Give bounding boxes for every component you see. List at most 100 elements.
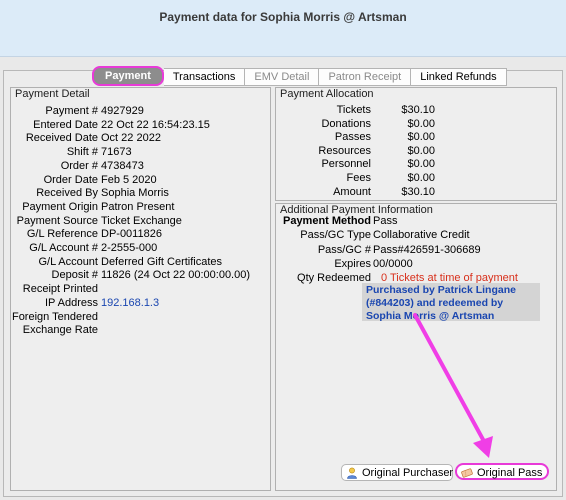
purchase-note: Purchased by Patrick Lingane (#844203) a… (362, 283, 540, 322)
fees-label: Fees (346, 172, 371, 184)
donations-value: $0.00 (407, 117, 435, 130)
pass-gc-type-label: Pass/GC Type (300, 229, 371, 242)
payment-method-label: Payment Method (282, 215, 371, 227)
original-pass-button[interactable]: Original Pass (455, 463, 549, 480)
passes-value: $0.00 (407, 131, 435, 144)
payment-source-label: Payment Source (16, 214, 98, 227)
tab-bar: Payment Transactions EMV Detail Patron R… (92, 66, 507, 86)
row-passes: Passes $0.00 (276, 130, 554, 144)
row-deposit: Deposit #11826 (24 Oct 22 00:00:00.00) (11, 268, 269, 282)
ip-address-label: IP Address (45, 296, 98, 309)
row-tickets: Tickets $30.10 (276, 103, 554, 117)
original-purchaser-label: Original Purchaser (362, 467, 454, 479)
amount-label: Amount (333, 185, 371, 198)
row-personnel: Personnel $0.00 (276, 157, 554, 171)
expires-value: 00/0000 (373, 257, 413, 270)
order-date-value: Feb 5 2020 (101, 173, 157, 186)
original-pass-label: Original Pass (477, 467, 543, 479)
tab-payment[interactable]: Payment (92, 66, 164, 86)
row-resources: Resources $0.00 (276, 144, 554, 158)
payment-detail-title: Payment Detail (15, 88, 90, 100)
order-value: 4738473 (101, 159, 144, 172)
g-l-account-label: G/L Account # (29, 242, 98, 254)
qty-redeemed-label: Qty Redeemed (297, 272, 371, 285)
tab-transactions[interactable]: Transactions (163, 68, 246, 86)
received-by-label: Received By (36, 187, 98, 200)
row-pass-gc-type: Pass/GC Type Collaborative Credit (275, 228, 555, 242)
row-payment: Payment #4927929 (11, 104, 269, 118)
received-date-label: Received Date (25, 132, 98, 145)
row-receipt-printed: Receipt Printed (11, 282, 269, 296)
window-titlebar: Payment data for Sophia Morris @ Artsman (0, 0, 566, 57)
row-ip-address: IP Address 192.168.1.3 (11, 296, 269, 310)
row-fees: Fees $0.00 (276, 171, 554, 185)
row-donations: Donations $0.00 (276, 117, 554, 131)
row-foreign-tendered: Foreign Tendered (11, 310, 269, 324)
tickets-value: $30.10 (401, 104, 435, 116)
shift-value: 71673 (101, 146, 132, 159)
shift-label: Shift # (66, 146, 98, 159)
window-title: Payment data for Sophia Morris @ Artsman (159, 10, 407, 24)
payment-value: 4927929 (101, 105, 144, 117)
ip-address-value: 192.168.1.3 (101, 296, 160, 309)
entered-date-label: Entered Date (33, 118, 98, 131)
resources-label: Resources (318, 144, 371, 157)
payment-label: Payment # (45, 105, 98, 117)
donations-label: Donations (321, 117, 371, 130)
g-l-account-value: 2-2555-000 (101, 242, 158, 254)
row-amount: Amount $30.10 (276, 185, 554, 199)
row-g-l-account: G/L Account Deferred Gift Certificates (11, 255, 269, 269)
order-label: Order # (60, 159, 98, 172)
payment-method-value: Pass (373, 215, 398, 227)
tab-patron-receipt: Patron Receipt (319, 68, 412, 86)
row-payment-method: Payment Method Pass (275, 214, 555, 228)
personnel-label: Personnel (321, 158, 371, 171)
exchange-rate-label: Exchange Rate (22, 324, 98, 337)
g-l-reference-label: G/L Reference (26, 228, 98, 241)
payment-detail-group: Payment Detail Payment #4927929 Entered D… (10, 87, 271, 491)
amount-value: $30.10 (401, 185, 435, 198)
row-payment-origin: Payment Origin Patron Present (11, 200, 269, 214)
row-pass-gc: Pass/GC # Pass#426591-306689 (275, 243, 555, 257)
row-g-l-reference: G/L Reference DP-0011826 (11, 227, 269, 241)
payment-origin-value: Patron Present (101, 200, 175, 213)
row-g-l-account: G/L Account #2-2555-000 (11, 241, 269, 255)
row-expires: Expires 00/0000 (275, 257, 555, 271)
pass-gc-value: Pass#426591-306689 (373, 243, 481, 256)
received-date-value: Oct 22 2022 (101, 132, 161, 145)
row-order: Order #4738473 (11, 159, 269, 173)
pass-gc-type-value: Collaborative Credit (373, 229, 470, 242)
g-l-account-value: Deferred Gift Certificates (101, 255, 223, 268)
content-area: Payment Transactions EMV Detail Patron R… (0, 57, 566, 500)
g-l-account-label: G/L Account (38, 255, 98, 268)
payment-allocation-group: Payment Allocation Tickets $30.10 Donation… (275, 87, 557, 201)
payment-source-value: Ticket Exchange (101, 214, 182, 227)
row-received-date: Received Date Oct 22 2022 (11, 131, 269, 145)
deposit-label: Deposit # (51, 269, 98, 282)
tab-linked-refunds[interactable]: Linked Refunds (411, 68, 507, 86)
tab-emv-detail: EMV Detail (245, 68, 320, 86)
ticket-icon (461, 468, 473, 478)
passes-label: Passes (334, 131, 371, 144)
g-l-reference-value: DP-0011826 (101, 228, 162, 241)
row-order-date: Order Date Feb 5 2020 (11, 173, 269, 187)
row-entered-date: Entered Date 22 Oct 22 16:54:23.15 (11, 118, 269, 132)
entered-date-value: 22 Oct 22 16:54:23.15 (101, 118, 210, 131)
expires-label: Expires (334, 257, 371, 270)
receipt-printed-label: Receipt Printed (22, 283, 98, 296)
fees-value: $0.00 (407, 172, 435, 184)
tickets-label: Tickets (336, 104, 371, 116)
original-purchaser-button[interactable]: Original Purchaser (341, 464, 453, 481)
row-received-by: Received By Sophia Morris (11, 186, 269, 200)
personnel-value: $0.00 (407, 158, 435, 171)
received-by-value: Sophia Morris (101, 187, 169, 200)
row-exchange-rate: Exchange Rate (11, 323, 269, 337)
foreign-tendered-label: Foreign Tendered (11, 310, 98, 323)
order-date-label: Order Date (43, 173, 98, 186)
row-shift: Shift #71673 (11, 145, 269, 159)
resources-value: $0.00 (407, 144, 435, 157)
deposit-value: 11826 (24 Oct 22 00:00:00.00) (101, 269, 251, 282)
payment-origin-label: Payment Origin (22, 200, 98, 213)
pass-gc-label: Pass/GC # (317, 243, 371, 256)
person-icon (347, 467, 357, 479)
